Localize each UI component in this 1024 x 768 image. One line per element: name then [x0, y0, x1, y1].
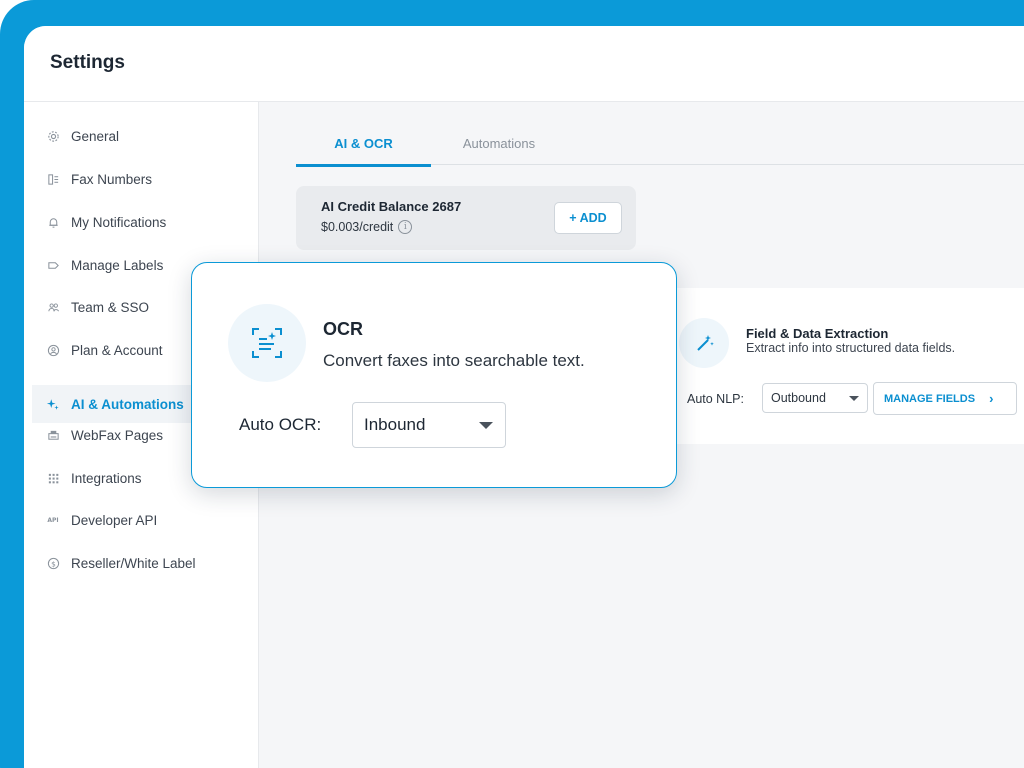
sparkle-icon — [46, 397, 60, 411]
grid-icon — [46, 471, 60, 485]
sidebar-item-general[interactable]: General — [46, 124, 256, 148]
field-extraction-title: Field & Data Extraction — [746, 326, 889, 341]
manage-fields-label: MANAGE FIELDS — [884, 392, 976, 405]
tab-bar: AI & OCR Automations — [296, 136, 1024, 167]
sidebar-item-label: Integrations — [71, 470, 142, 486]
bell-icon — [46, 215, 60, 229]
sidebar-item-label: Team & SSO — [71, 299, 150, 315]
tab-ai-ocr[interactable]: AI & OCR — [296, 136, 431, 167]
auto-nlp-label: Auto NLP: — [687, 392, 744, 406]
ocr-card: OCR Convert faxes into searchable text. … — [191, 262, 677, 488]
sidebar-item-label: Fax Numbers — [71, 171, 153, 187]
field-extraction-description: Extract info into structured data fields… — [746, 341, 956, 355]
sidebar-item-label: Manage Labels — [71, 257, 164, 273]
webfax-icon — [46, 428, 60, 442]
page-title: Settings — [50, 52, 125, 73]
sidebar-item-notifications[interactable]: My Notifications — [46, 210, 256, 234]
label-icon — [46, 258, 60, 272]
ocr-description: Convert faxes into searchable text. — [323, 351, 585, 370]
sidebar-item-reseller[interactable]: $ Reseller/White Label — [46, 551, 256, 575]
tab-automations[interactable]: Automations — [436, 136, 562, 164]
svg-text:$: $ — [51, 559, 56, 568]
settings-header: Settings — [24, 26, 1024, 102]
auto-nlp-value: Outbound — [771, 391, 826, 405]
auto-nlp-select[interactable]: Outbound — [762, 383, 868, 413]
credit-balance-title: AI Credit Balance 2687 — [321, 199, 462, 214]
manage-fields-button[interactable]: MANAGE FIELDS › — [873, 382, 1017, 415]
sidebar-item-label: General — [71, 128, 120, 144]
sidebar-item-label: WebFax Pages — [71, 427, 164, 443]
sidebar-item-developer-api[interactable]: API Developer API — [46, 508, 256, 532]
sidebar-item-fax-numbers[interactable]: Fax Numbers — [46, 167, 256, 191]
ocr-scan-icon — [228, 304, 306, 382]
magic-wand-icon — [679, 318, 729, 368]
team-icon — [46, 300, 60, 314]
info-icon[interactable]: i — [398, 220, 413, 234]
dollar-icon: $ — [46, 556, 60, 570]
account-icon — [46, 343, 60, 357]
sidebar-item-label: Plan & Account — [71, 342, 163, 358]
ai-credit-card: AI Credit Balance 2687 $0.003/credit i +… — [296, 186, 636, 250]
ocr-title: OCR — [323, 319, 363, 339]
chevron-right-icon: › — [989, 391, 994, 406]
chevron-down-icon — [849, 396, 859, 401]
gear-icon — [46, 129, 60, 143]
credit-rate-row: $0.003/credit i — [321, 220, 413, 234]
api-icon: API — [47, 516, 59, 524]
sidebar-item-label: My Notifications — [71, 214, 167, 230]
sidebar-item-label: Reseller/White Label — [71, 555, 196, 571]
auto-ocr-label: Auto OCR: — [239, 415, 322, 434]
sidebar-item-label: Developer API — [71, 512, 158, 528]
screenshot-frame: Settings General Fax Numbers My Notifica… — [0, 0, 1024, 768]
chevron-down-icon — [479, 422, 493, 429]
fax-numbers-icon — [46, 172, 60, 186]
auto-ocr-value: Inbound — [364, 415, 426, 434]
credit-rate: $0.003/credit — [321, 220, 394, 234]
auto-ocr-select[interactable]: Inbound — [352, 402, 506, 448]
add-credit-button[interactable]: + ADD — [554, 202, 622, 234]
sidebar-item-label: AI & Automations — [71, 396, 184, 412]
